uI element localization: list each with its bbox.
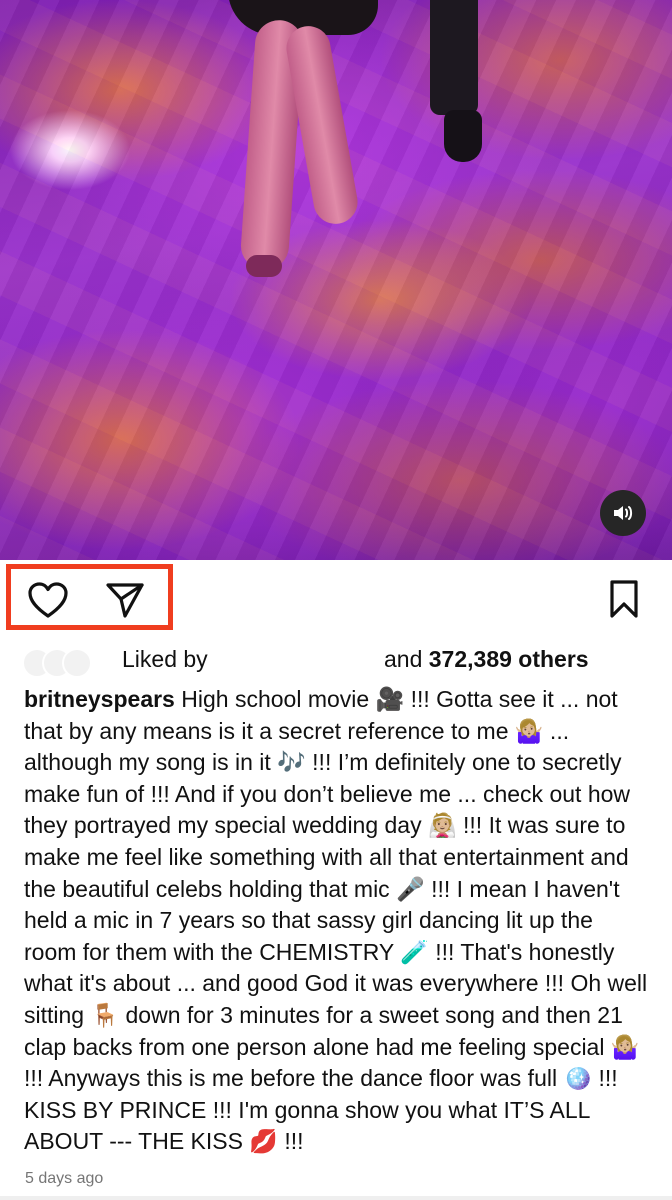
post-actions-bar — [0, 562, 672, 638]
post-timestamp: 5 days ago — [25, 1170, 104, 1187]
sound-toggle-button[interactable] — [600, 490, 646, 536]
post-caption: britneyspears High school movie 🎥 !!! Go… — [24, 684, 650, 1158]
bookmark-icon — [610, 580, 638, 618]
caption-text: High school movie 🎥 !!! Gotta see it ...… — [24, 686, 648, 1155]
likes-count-link[interactable]: and 372,389 others — [384, 642, 589, 676]
liked-by-label: Liked by — [122, 646, 208, 672]
liked-by-avatars[interactable] — [22, 644, 114, 678]
like-button[interactable] — [26, 580, 70, 620]
likes-summary: Liked by and 372,389 others — [0, 642, 672, 678]
paper-plane-icon — [106, 583, 144, 618]
dancer-shoe — [246, 255, 282, 277]
divider — [0, 1196, 672, 1200]
likes-and-word: and — [384, 646, 423, 672]
save-button[interactable] — [604, 578, 644, 620]
partner-legs — [430, 0, 478, 115]
partner-shoe — [444, 110, 482, 162]
caption-username[interactable]: britneyspears — [24, 686, 175, 712]
speaker-icon — [614, 506, 633, 520]
likes-count: 372,389 others — [428, 646, 589, 672]
avatar — [62, 648, 92, 678]
post-video[interactable] — [0, 0, 672, 560]
heart-icon — [28, 582, 68, 618]
share-button[interactable] — [104, 580, 146, 620]
